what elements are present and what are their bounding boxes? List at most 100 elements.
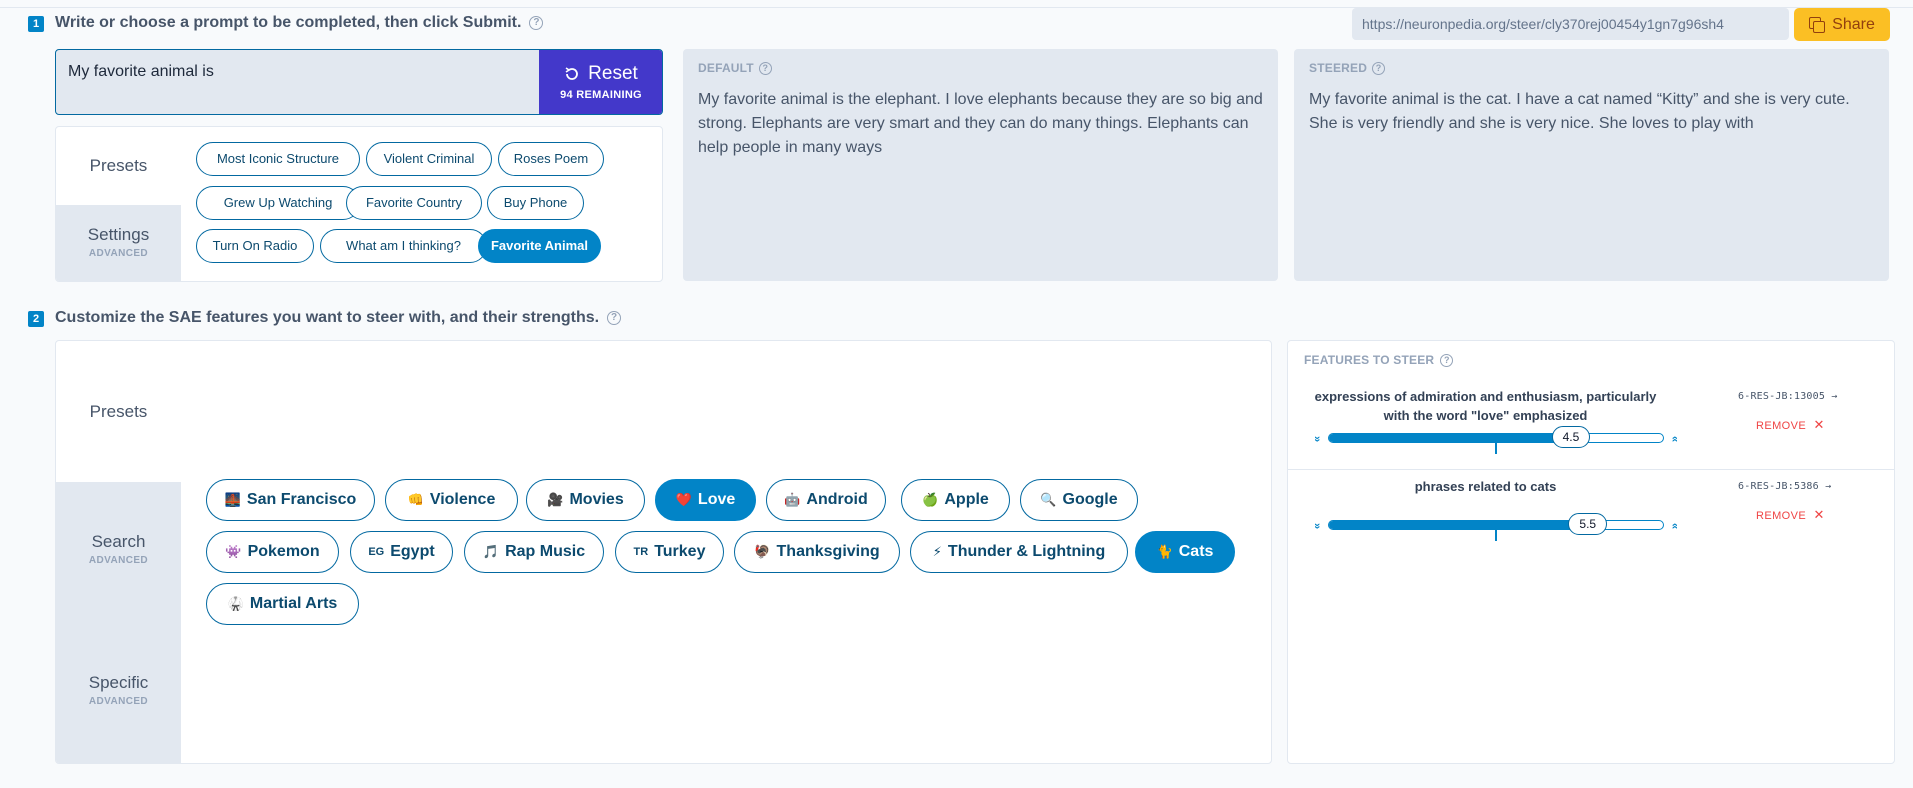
magnifier-icon: 🔍 [1040, 492, 1057, 507]
feature-preset-label: Rap Music [505, 543, 586, 560]
feature-preset-chip[interactable]: ❤️ Love [655, 479, 756, 521]
tab-feature-search[interactable]: Search ADVANCED [56, 482, 181, 623]
prompt-preset-chip[interactable]: Most Iconic Structure [196, 142, 360, 176]
remove-label: REMOVE [1756, 510, 1807, 522]
tab-feature-search-label: Search [91, 532, 146, 551]
default-output: DEFAULT? My favorite animal is the eleph… [683, 49, 1278, 281]
prompt-preset-chip[interactable]: Grew Up Watching [196, 186, 360, 220]
robot-icon: 🤖 [784, 492, 801, 507]
strength-slider[interactable]: » 5.5 » [1311, 513, 1681, 541]
feature-preset-label: Google [1062, 491, 1118, 508]
prompt-preset-chip[interactable]: Violent Criminal [366, 142, 492, 176]
prompt-preset-chip[interactable]: Roses Poem [498, 142, 604, 176]
feature-preset-label: San Francisco [246, 491, 357, 508]
bridge-icon: 🌉 [224, 492, 241, 507]
slider-track[interactable] [1328, 520, 1664, 530]
steered-label: STEERED [1309, 61, 1368, 75]
feature-preset-chip[interactable]: 🥋 Martial Arts [206, 583, 359, 625]
feature-code-link[interactable]: 6-RES-JB:5386 → [1738, 481, 1831, 492]
feature-preset-label: Turkey [654, 543, 706, 560]
decrease-strength-icon[interactable]: » [1311, 436, 1323, 442]
feature-code-link[interactable]: 6-RES-JB:13005 → [1738, 391, 1838, 402]
feature-preset-chip[interactable]: EG Egypt [350, 531, 453, 573]
prompt-input[interactable] [56, 50, 539, 114]
increase-strength-icon[interactable]: » [1669, 436, 1681, 442]
slider-fill [1329, 521, 1590, 529]
tab-feature-search-sub: ADVANCED [88, 555, 149, 566]
feature-preset-chip[interactable]: 🤖 Android [766, 479, 886, 521]
feature-preset-chip[interactable]: 👾 Pokemon [206, 531, 339, 573]
apple-icon: 🍏 [922, 492, 939, 507]
help-icon[interactable]: ? [529, 16, 544, 30]
prompt-preset-chip[interactable]: Favorite Animal [478, 229, 601, 263]
step-2-title-text: Customize the SAE features you want to s… [55, 309, 600, 326]
slider-zero-tick [1495, 530, 1497, 541]
feature-preset-label: Martial Arts [249, 595, 338, 612]
increase-strength-icon[interactable]: » [1669, 523, 1681, 529]
feature-preset-chip[interactable]: ⚡ Thunder & Lightning [910, 531, 1128, 573]
strength-slider[interactable]: » 4.5 » [1311, 426, 1681, 454]
slider-track[interactable] [1328, 433, 1664, 443]
feature-preset-panel: Presets Search ADVANCED Specific ADVANCE… [55, 340, 1272, 764]
step-2-badge: 2 [28, 311, 44, 327]
help-icon[interactable]: ? [758, 61, 772, 75]
slider-fill [1329, 434, 1573, 442]
alien-icon: 👾 [225, 544, 242, 559]
feature-preset-chip[interactable]: 🦃 Thanksgiving [734, 531, 900, 573]
flag-eg-icon: EG [368, 546, 385, 558]
prompt-preset-chip[interactable]: What am I thinking? [320, 229, 487, 263]
movie-camera-icon: 🎥 [547, 492, 564, 507]
feature-preset-chip[interactable]: 🎵 Rap Music [464, 531, 604, 573]
feature-preset-label: Pokemon [247, 543, 320, 560]
share-label: Share [1832, 15, 1875, 33]
strength-value-knob[interactable]: 4.5 [1551, 426, 1591, 448]
help-icon[interactable]: ? [1372, 61, 1386, 75]
feature-preset-label: Violence [429, 491, 496, 508]
heart-icon: ❤️ [675, 492, 692, 507]
feature-preset-chip[interactable]: 🐈 Cats [1135, 531, 1235, 573]
prompt-preset-chip[interactable]: Turn On Radio [196, 229, 314, 263]
tab-prompt-presets[interactable]: Presets [56, 127, 181, 205]
tab-prompt-settings-label: Settings [87, 225, 150, 244]
slider-zero-tick [1495, 443, 1497, 454]
copy-icon [1809, 17, 1826, 33]
steer-feature-row: expressions of admiration and enthusiasm… [1288, 383, 1894, 470]
share-url-field[interactable]: https://neuronpedia.org/steer/cly370rej0… [1352, 8, 1789, 40]
prompt-preset-panel: Presets Settings ADVANCED Most Iconic St… [55, 126, 663, 282]
help-icon[interactable]: ? [1440, 353, 1454, 367]
help-icon[interactable]: ? [607, 311, 622, 325]
cat-icon: 🐈 [1156, 544, 1173, 559]
feature-preset-chip[interactable]: TR Turkey [615, 531, 724, 573]
feature-preset-chip[interactable]: 🌉 San Francisco [206, 479, 375, 521]
tab-feature-specific[interactable]: Specific ADVANCED [56, 623, 181, 763]
tab-feature-presets[interactable]: Presets [56, 341, 181, 482]
decrease-strength-icon[interactable]: » [1311, 523, 1323, 529]
tab-prompt-presets-label: Presets [89, 156, 148, 175]
remove-feature-button[interactable]: REMOVE ✕ [1756, 507, 1825, 523]
share-button[interactable]: Share [1794, 8, 1890, 41]
prompt-preset-chip[interactable]: Favorite Country [346, 186, 482, 220]
remove-feature-button[interactable]: REMOVE ✕ [1756, 417, 1825, 433]
feature-preset-label: Movies [569, 491, 624, 508]
tab-feature-specific-sub: ADVANCED [88, 696, 149, 707]
default-text: My favorite animal is the elephant. I lo… [698, 91, 1263, 156]
prompt-preset-chip[interactable]: Buy Phone [487, 186, 584, 220]
feature-preset-chip[interactable]: 🔍 Google [1020, 479, 1138, 521]
step-1-badge: 1 [28, 16, 44, 32]
martial-arts-icon: 🥋 [227, 596, 244, 611]
close-icon: ✕ [1813, 417, 1825, 432]
reset-button[interactable]: Reset 94 REMAINING [539, 50, 662, 114]
tab-prompt-settings-sub: ADVANCED [88, 248, 149, 259]
feature-description: expressions of admiration and enthusiasm… [1314, 389, 1657, 423]
close-icon: ✕ [1813, 507, 1825, 522]
features-to-steer-panel: FEATURES TO STEER ? expressions of admir… [1287, 340, 1895, 764]
tab-prompt-settings[interactable]: Settings ADVANCED [56, 205, 181, 281]
steered-output: STEERED? My favorite animal is the cat. … [1294, 49, 1889, 281]
feature-preset-chip[interactable]: 🍏 Apple [901, 479, 1010, 521]
feature-preset-label: Egypt [390, 543, 435, 560]
feature-preset-label: Android [806, 491, 868, 508]
feature-preset-chip[interactable]: 👊 Violence [385, 479, 518, 521]
tab-feature-presets-label: Presets [89, 402, 148, 421]
feature-preset-chip[interactable]: 🎥 Movies [526, 479, 645, 521]
strength-value-knob[interactable]: 5.5 [1568, 513, 1608, 535]
